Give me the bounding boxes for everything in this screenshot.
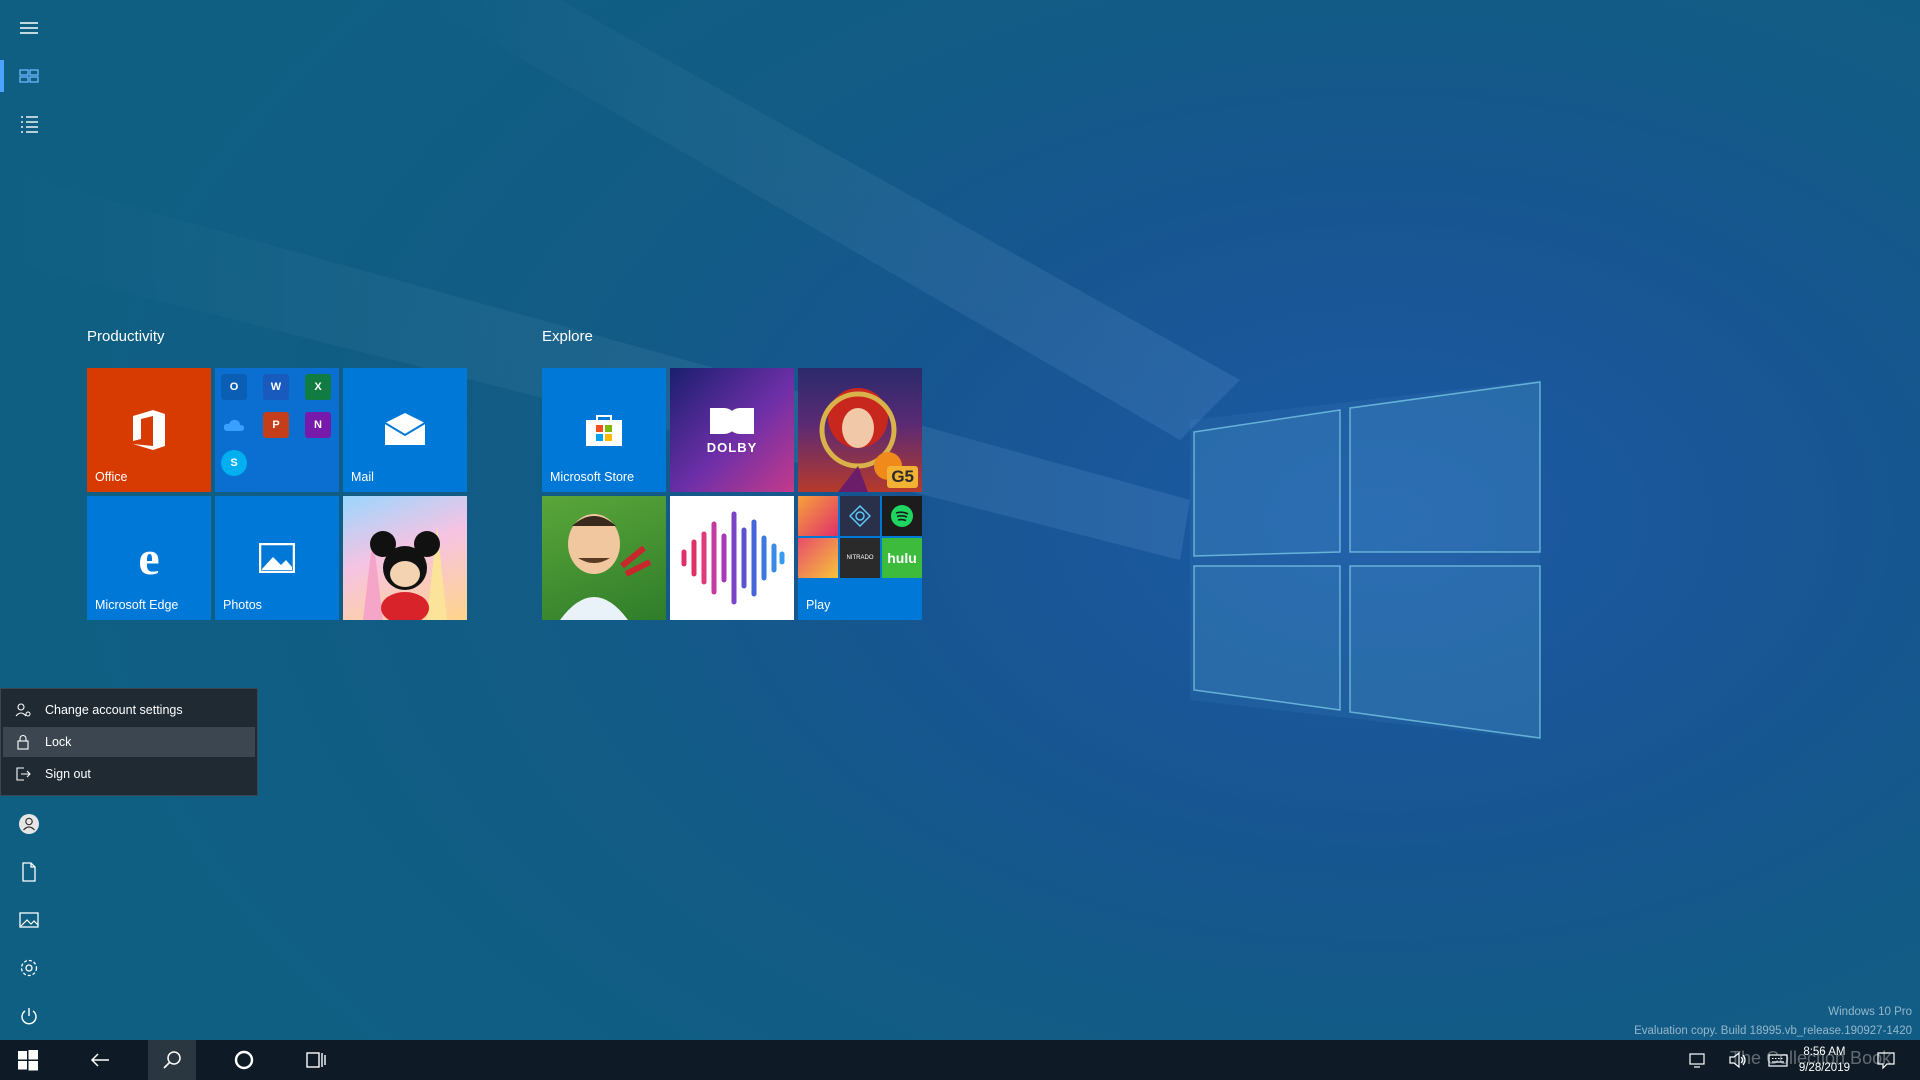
store-icon <box>586 415 622 446</box>
windows-start-icon <box>18 1050 38 1071</box>
tile-photos[interactable]: Photos <box>215 496 339 620</box>
menu-item-label: Lock <box>45 735 72 749</box>
tile-office[interactable]: Office <box>87 368 211 492</box>
tile-audio-app[interactable] <box>670 496 794 620</box>
settings-button[interactable] <box>0 944 58 992</box>
tile-play-folder[interactable]: NITRADO hulu Play <box>798 496 922 620</box>
sign-out-icon <box>16 767 31 781</box>
gear-icon <box>20 959 38 977</box>
powerpoint-icon: P <box>263 412 289 438</box>
friends-game-icon <box>798 538 838 578</box>
tile-gardenscapes[interactable] <box>542 496 666 620</box>
outlook-icon: O <box>221 374 247 400</box>
network-icon[interactable] <box>1688 1050 1708 1070</box>
tile-label: Office <box>95 470 128 484</box>
tile-disney-magic-kingdoms[interactable] <box>343 496 467 620</box>
menu-item-change-account-settings[interactable]: Change account settings <box>3 695 255 725</box>
onedrive-icon <box>221 412 247 438</box>
tile-microsoft-store[interactable]: Microsoft Store <box>542 368 666 492</box>
excel-icon: X <box>305 374 331 400</box>
tile-label: Play <box>806 598 831 612</box>
tile-label: Mail <box>351 470 374 484</box>
tile-label: Microsoft Edge <box>95 598 179 612</box>
lock-icon <box>17 735 29 750</box>
task-view-button[interactable] <box>292 1040 340 1080</box>
tile-mail[interactable]: Mail <box>343 368 467 492</box>
expand-menu-button[interactable] <box>0 4 58 52</box>
taskbar: The Collection Book 8:56 AM 9/28/2019 <box>0 1040 1920 1080</box>
build-watermark: Evaluation copy. Build 18995.vb_release.… <box>1634 1025 1912 1037</box>
start-button[interactable] <box>4 1040 52 1080</box>
office-icon <box>133 410 165 450</box>
document-icon <box>22 862 36 882</box>
back-button[interactable] <box>76 1040 124 1080</box>
search-button[interactable] <box>148 1040 196 1080</box>
sound-wave-icon <box>681 511 785 605</box>
start-left-rail <box>0 0 58 1040</box>
cortana-button[interactable] <box>220 1040 268 1080</box>
candy-game-icon <box>798 496 838 536</box>
all-apps-button[interactable] <box>0 100 58 148</box>
notification-center-icon[interactable] <box>1876 1050 1896 1070</box>
tile-hidden-object-game[interactable]: G5 <box>798 368 922 492</box>
menu-item-label: Change account settings <box>45 703 183 717</box>
back-arrow-icon <box>90 1053 109 1067</box>
menu-item-label: Sign out <box>45 767 91 781</box>
list-icon <box>21 116 38 133</box>
account-context-menu: Change account settings Lock Sign out <box>0 688 258 796</box>
pictures-button[interactable] <box>0 896 58 944</box>
photos-icon <box>259 543 295 573</box>
tile-label: Photos <box>223 598 262 612</box>
power-icon <box>21 1008 37 1025</box>
hulu-icon: hulu <box>882 538 922 578</box>
tile-microsoft-edge[interactable]: e Microsoft Edge <box>87 496 211 620</box>
system-clock[interactable]: 8:56 AM 9/28/2019 <box>1799 1044 1850 1076</box>
mickey-character-image <box>363 526 447 620</box>
documents-button[interactable] <box>0 848 58 896</box>
user-avatar-icon <box>19 814 39 834</box>
account-button[interactable] <box>0 800 58 848</box>
dolby-logo-text: DOLBY <box>706 439 758 455</box>
menu-item-lock[interactable]: Lock <box>3 727 255 757</box>
nitrado-icon: NITRADO <box>840 538 880 578</box>
word-icon: W <box>263 374 289 400</box>
spotify-icon <box>882 496 922 536</box>
task-view-icon <box>306 1052 326 1068</box>
person-settings-icon <box>15 703 31 717</box>
power-button[interactable] <box>0 992 58 1040</box>
tile-office-apps-folder[interactable]: O W X P N S <box>215 368 339 492</box>
windows-logo-wallpaper <box>1193 381 1541 739</box>
tile-label: Microsoft Store <box>550 470 635 484</box>
tile-dolby[interactable]: DOLBY <box>670 368 794 492</box>
g5-badge: G5 <box>887 466 918 488</box>
edition-watermark: Windows 10 Pro <box>1828 1006 1912 1018</box>
clock-time: 8:56 AM <box>1803 1046 1846 1058</box>
skype-icon: S <box>221 450 247 476</box>
cortana-icon <box>234 1050 254 1070</box>
pinned-tiles-button[interactable] <box>0 52 58 100</box>
hamburger-icon <box>20 22 38 34</box>
game-app-icon <box>840 496 880 536</box>
gardener-character-image <box>560 514 652 620</box>
group-title-explore[interactable]: Explore <box>542 328 593 345</box>
group-title-productivity[interactable]: Productivity <box>87 328 165 345</box>
tiles-icon <box>19 69 39 83</box>
menu-item-sign-out[interactable]: Sign out <box>3 759 255 789</box>
clock-date: 9/28/2019 <box>1798 1062 1850 1074</box>
edge-icon: e <box>138 531 160 585</box>
picture-icon <box>19 912 39 928</box>
mail-icon <box>384 413 426 445</box>
search-icon <box>163 1051 181 1069</box>
dolby-logo-icon <box>710 407 754 434</box>
onenote-icon: N <box>305 412 331 438</box>
